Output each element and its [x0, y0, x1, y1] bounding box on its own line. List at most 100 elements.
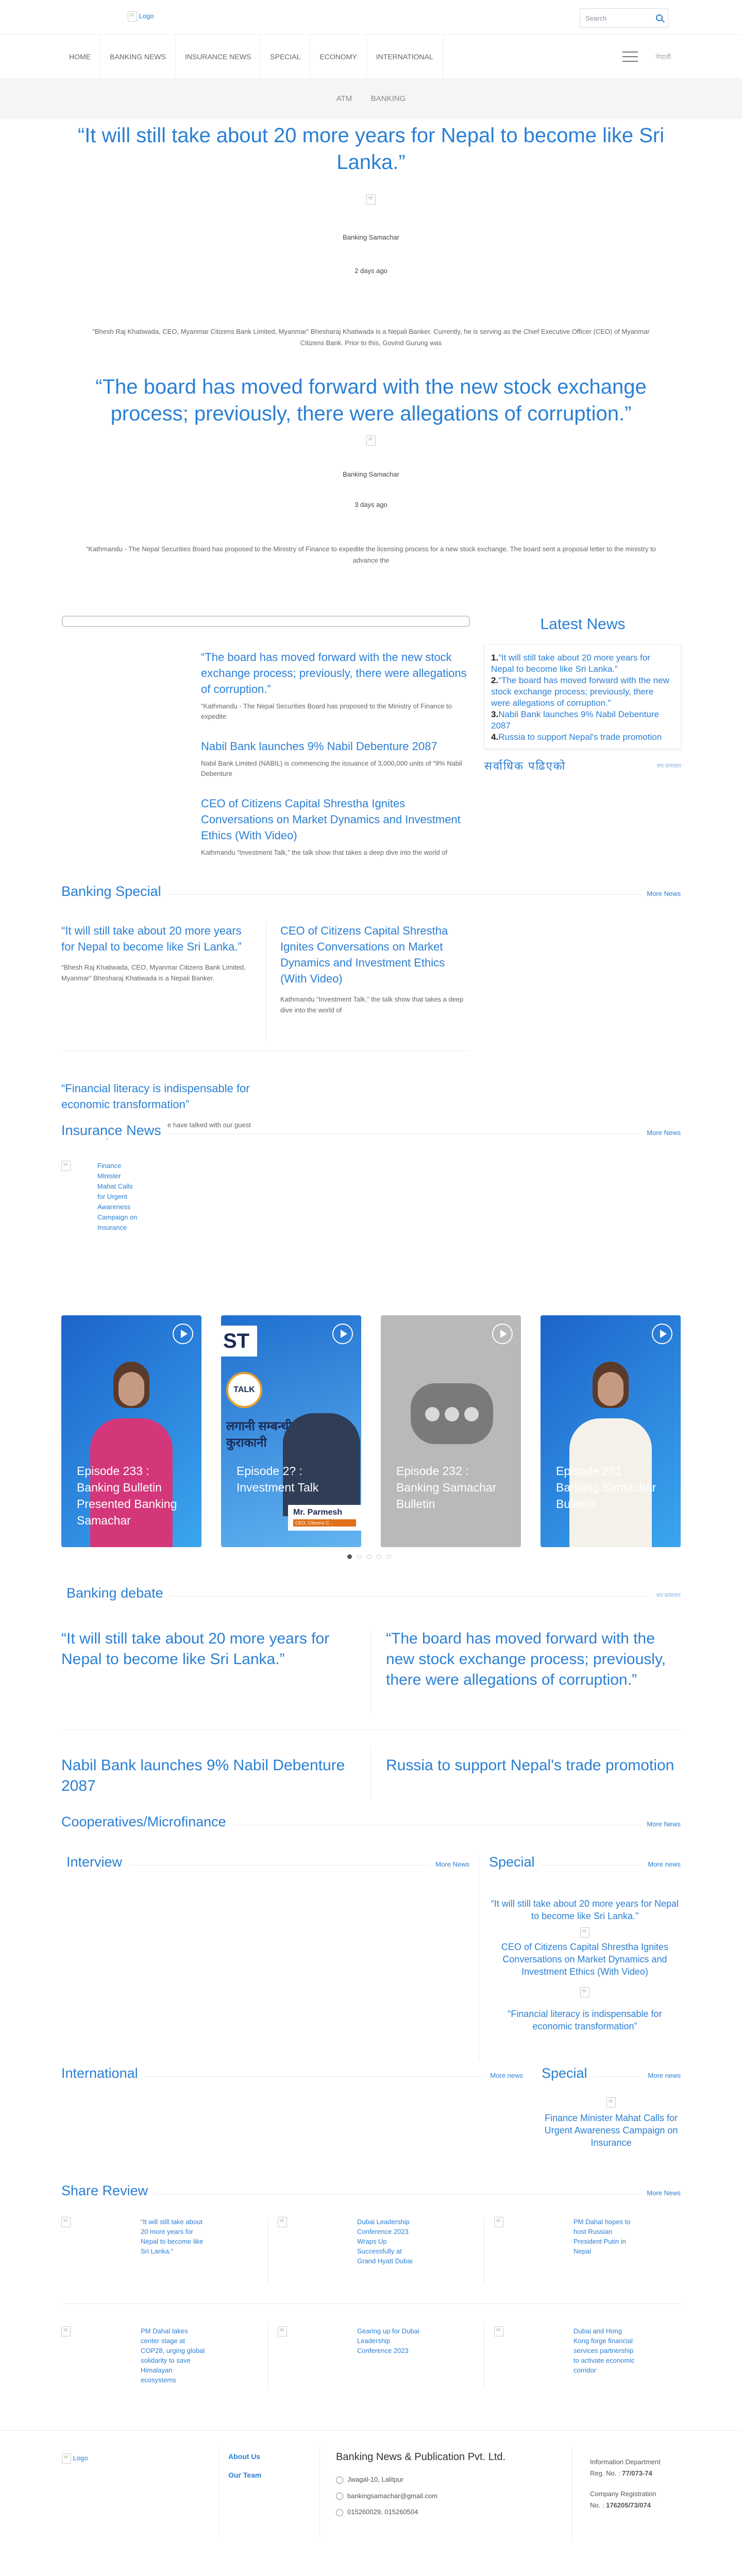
list-item-title[interactable]: Dubai Leadership Conference 2023 Wraps U…: [357, 2217, 422, 2266]
list-item-title[interactable]: Russia to support Nepal's trade promotio…: [386, 1755, 680, 1776]
more-news-link[interactable]: More News: [642, 890, 681, 897]
quote-title[interactable]: “The board has moved forward with the ne…: [62, 374, 680, 427]
list-item[interactable]: CEO of Citizens Capital Shrestha Ignites…: [201, 795, 469, 858]
subnav-atm[interactable]: ATM: [328, 94, 361, 103]
list-item-title[interactable]: Nabil Bank launches 9% Nabil Debenture 2…: [201, 738, 469, 754]
footer-contact: Banking News & Publication Pvt. Ltd. Jwa…: [336, 2451, 542, 2516]
search-input[interactable]: Search: [580, 8, 668, 28]
divider: [267, 2217, 268, 2284]
nav-home[interactable]: HOME: [62, 35, 100, 79]
nav-insurance-news[interactable]: INSURANCE NEWS: [176, 35, 261, 79]
list-item[interactable]: CEO of Citizens Capital Shrestha Ignites…: [280, 923, 471, 1015]
list-item[interactable]: PM Dahal takes center stage at COP28, ur…: [61, 2326, 257, 2385]
footer-logo[interactable]: Logo: [62, 2453, 88, 2464]
company-name: Banking News & Publication Pvt. Ltd.: [336, 2451, 506, 2463]
list-item[interactable]: “It will still take about 20 more years …: [61, 1629, 355, 1670]
section-header: Insurance News More News: [61, 1123, 681, 1143]
more-news-link[interactable]: थप समाचार: [651, 1591, 681, 1599]
nav-economy[interactable]: ECONOMY: [310, 35, 367, 79]
list-item-title[interactable]: “It will still take about 20 more years …: [141, 2217, 206, 2256]
list-item[interactable]: PM Dahal hopes to host Russian President…: [494, 2217, 690, 2274]
list-item[interactable]: “The board has moved forward with the ne…: [386, 1629, 680, 1690]
list-item-title[interactable]: PM Dahal takes center stage at COP28, ur…: [141, 2326, 206, 2385]
list-item[interactable]: Russia to support Nepal's trade promotio…: [386, 1755, 680, 1776]
list-item-title[interactable]: “It will still take about 20 more years …: [61, 1629, 355, 1670]
footer-link-about[interactable]: About Us: [228, 2452, 261, 2461]
list-item-excerpt: “Kathmandu - The Nepal Securities Board …: [201, 702, 452, 720]
video-loading-placeholder: [411, 1383, 493, 1444]
card-title[interactable]: “It will still take about 20 more years …: [61, 923, 252, 955]
list-item[interactable]: Finance Minister Mahat Calls for Urgent …: [542, 2112, 681, 2149]
carousel-dot[interactable]: [377, 1554, 381, 1559]
list-item-title[interactable]: Gearing up for Dubai Leadership Conferen…: [357, 2326, 422, 2355]
more-news-link[interactable]: More news: [643, 1860, 681, 1868]
nav-special[interactable]: SPECIAL: [261, 35, 311, 79]
list-item[interactable]: “It will still take about 20 more years …: [61, 2217, 257, 2274]
more-news-link[interactable]: More news: [485, 2072, 523, 2079]
list-item[interactable]: “Financial literacy is indispensable for…: [489, 2008, 681, 2032]
list-item[interactable]: Gearing up for Dubai Leadership Conferen…: [278, 2326, 474, 2383]
section-title: Insurance News: [61, 1123, 167, 1139]
latest-item[interactable]: 1.“It will still take about 20 more year…: [491, 652, 673, 675]
debate-grid: “It will still take about 20 more years …: [61, 1629, 681, 1829]
list-item[interactable]: Dubai and Hong Kong forge financial serv…: [494, 2326, 690, 2383]
list-item-title[interactable]: Dubai and Hong Kong forge financial serv…: [574, 2326, 638, 2375]
list-item-title[interactable]: “The board has moved forward with the ne…: [201, 649, 469, 697]
news-thumbnail: [61, 1161, 71, 1171]
play-icon[interactable]: [173, 1324, 193, 1344]
section-header: International More news: [61, 2065, 523, 2086]
more-news-link[interactable]: थप समाचार: [656, 762, 681, 770]
list-item-title[interactable]: Finance Minister Mahat Calls for Urgent …: [97, 1161, 139, 1233]
list-item-title[interactable]: PM Dahal hopes to host Russian President…: [574, 2217, 638, 2256]
site-logo[interactable]: Logo: [128, 11, 154, 22]
nav-banking-news[interactable]: BANKING NEWS: [100, 35, 176, 79]
most-read-link[interactable]: सर्वाधिक पढिएको: [484, 758, 566, 773]
video-card[interactable]: Episode 233 : Banking Bulletin Presented…: [61, 1315, 201, 1547]
list-item[interactable]: Finance Minister Mahat Calls for Urgent …: [61, 1161, 137, 1231]
nav-international[interactable]: INTERNATIONAL: [367, 35, 443, 79]
video-card[interactable]: ST TALK लगानी सम्बन्धी कुराकानी Mr. Parm…: [221, 1315, 361, 1547]
author-photo: [366, 435, 376, 446]
card-title[interactable]: “Financial literacy is indispensable for…: [61, 1080, 252, 1112]
company-reg-number: 176205/73/074: [606, 2501, 651, 2509]
carousel-dot[interactable]: [347, 1554, 352, 1559]
email-text[interactable]: bankingsamachar@gmail.com: [347, 2492, 437, 2500]
list-item-title[interactable]: “The board has moved forward with the ne…: [386, 1629, 680, 1690]
list-item[interactable]: “It will still take about 20 more years …: [61, 923, 252, 984]
card-title[interactable]: CEO of Citizens Capital Shrestha Ignites…: [280, 923, 471, 987]
footer-link-team[interactable]: Our Team: [228, 2471, 261, 2479]
language-switch[interactable]: नेपाली: [655, 52, 671, 61]
section-header: Banking Special More News: [61, 884, 681, 904]
more-news-link[interactable]: More news: [643, 2072, 681, 2079]
latest-item[interactable]: 4.Russia to support Nepal's trade promot…: [491, 732, 673, 743]
video-card[interactable]: Episode 232 : Banking Samachar Bulletin: [381, 1315, 521, 1547]
list-item[interactable]: “The board has moved forward with the ne…: [201, 649, 469, 722]
more-news-link[interactable]: More News: [642, 2189, 681, 2197]
latest-item[interactable]: 3.Nabil Bank launches 9% Nabil Debenture…: [491, 709, 673, 732]
more-news-link[interactable]: More News: [430, 1860, 469, 1868]
menu-icon[interactable]: [622, 52, 638, 65]
search-icon[interactable]: [656, 14, 663, 21]
more-news-link[interactable]: More News: [642, 1820, 681, 1828]
latest-item[interactable]: 2.“The board has moved forward with the …: [491, 675, 673, 709]
banking-special-section: Banking Special More News “It will still…: [61, 884, 681, 1140]
list-item[interactable]: Dubai Leadership Conference 2023 Wraps U…: [278, 2217, 474, 2274]
play-icon[interactable]: [652, 1324, 672, 1344]
list-item-title[interactable]: Nabil Bank launches 9% Nabil Debenture 2…: [61, 1755, 355, 1797]
list-item[interactable]: Nabil Bank launches 9% Nabil Debenture 2…: [61, 1755, 355, 1797]
play-icon[interactable]: [492, 1324, 513, 1344]
play-icon[interactable]: [332, 1324, 353, 1344]
carousel-dot[interactable]: [386, 1554, 391, 1559]
share-review-section: Share Review More News “It will still ta…: [61, 2183, 681, 2430]
carousel-dot[interactable]: [367, 1554, 372, 1559]
carousel-dot[interactable]: [357, 1554, 362, 1559]
list-item[interactable]: Nabil Bank launches 9% Nabil Debenture 2…: [201, 738, 469, 779]
video-card[interactable]: Episode 231 : Banking Samachar Bulletin: [541, 1315, 681, 1547]
list-item[interactable]: “It will still take about 20 more years …: [489, 1897, 681, 1922]
quote-title[interactable]: “It will still take about 20 more years …: [62, 122, 680, 176]
list-item-title[interactable]: CEO of Citizens Capital Shrestha Ignites…: [201, 795, 469, 843]
subnav-banking[interactable]: BANKING: [363, 94, 414, 103]
more-news-link[interactable]: More News: [642, 1129, 681, 1137]
list-item[interactable]: CEO of Citizens Capital Shrestha Ignites…: [489, 1941, 681, 1978]
phone-text: 015260029, 015260504: [347, 2508, 418, 2516]
